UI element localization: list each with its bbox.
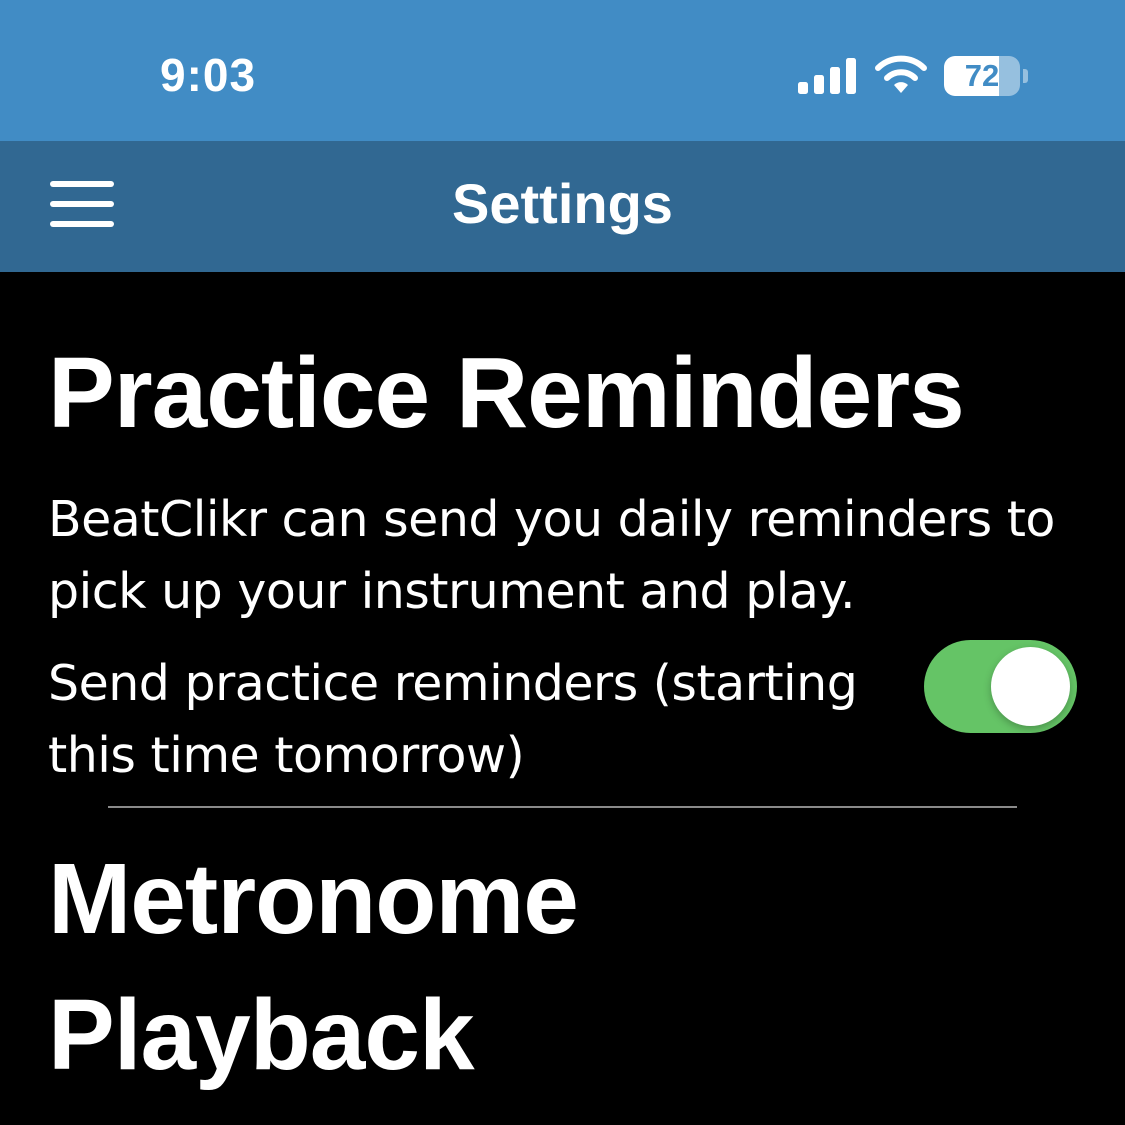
- wifi-icon: [875, 55, 927, 93]
- send-reminders-label: Send practice reminders (starting this t…: [48, 655, 858, 784]
- cellular-signal-icon: [798, 58, 856, 94]
- status-time: 9:03: [160, 49, 257, 101]
- section-divider: [108, 806, 1017, 808]
- status-bar: 9:03 72: [0, 0, 1125, 141]
- practice-reminders-heading: Practice Reminders: [48, 337, 965, 449]
- send-reminders-toggle[interactable]: [924, 640, 1077, 733]
- battery-percentage: 72: [964, 58, 1000, 93]
- settings-screen: 9:03 72 Settings Practice Reminders Beat…: [0, 0, 1125, 1125]
- practice-reminders-description: BeatClikr can send you daily reminders t…: [48, 491, 1055, 620]
- toggle-knob: [991, 647, 1070, 726]
- navigation-bar: Settings: [0, 141, 1125, 272]
- battery-icon: 72: [944, 56, 1028, 96]
- metronome-playback-heading-line1: Metronome: [48, 843, 579, 955]
- page-title: Settings: [452, 172, 673, 235]
- metronome-playback-heading-line2: Playback: [48, 979, 475, 1091]
